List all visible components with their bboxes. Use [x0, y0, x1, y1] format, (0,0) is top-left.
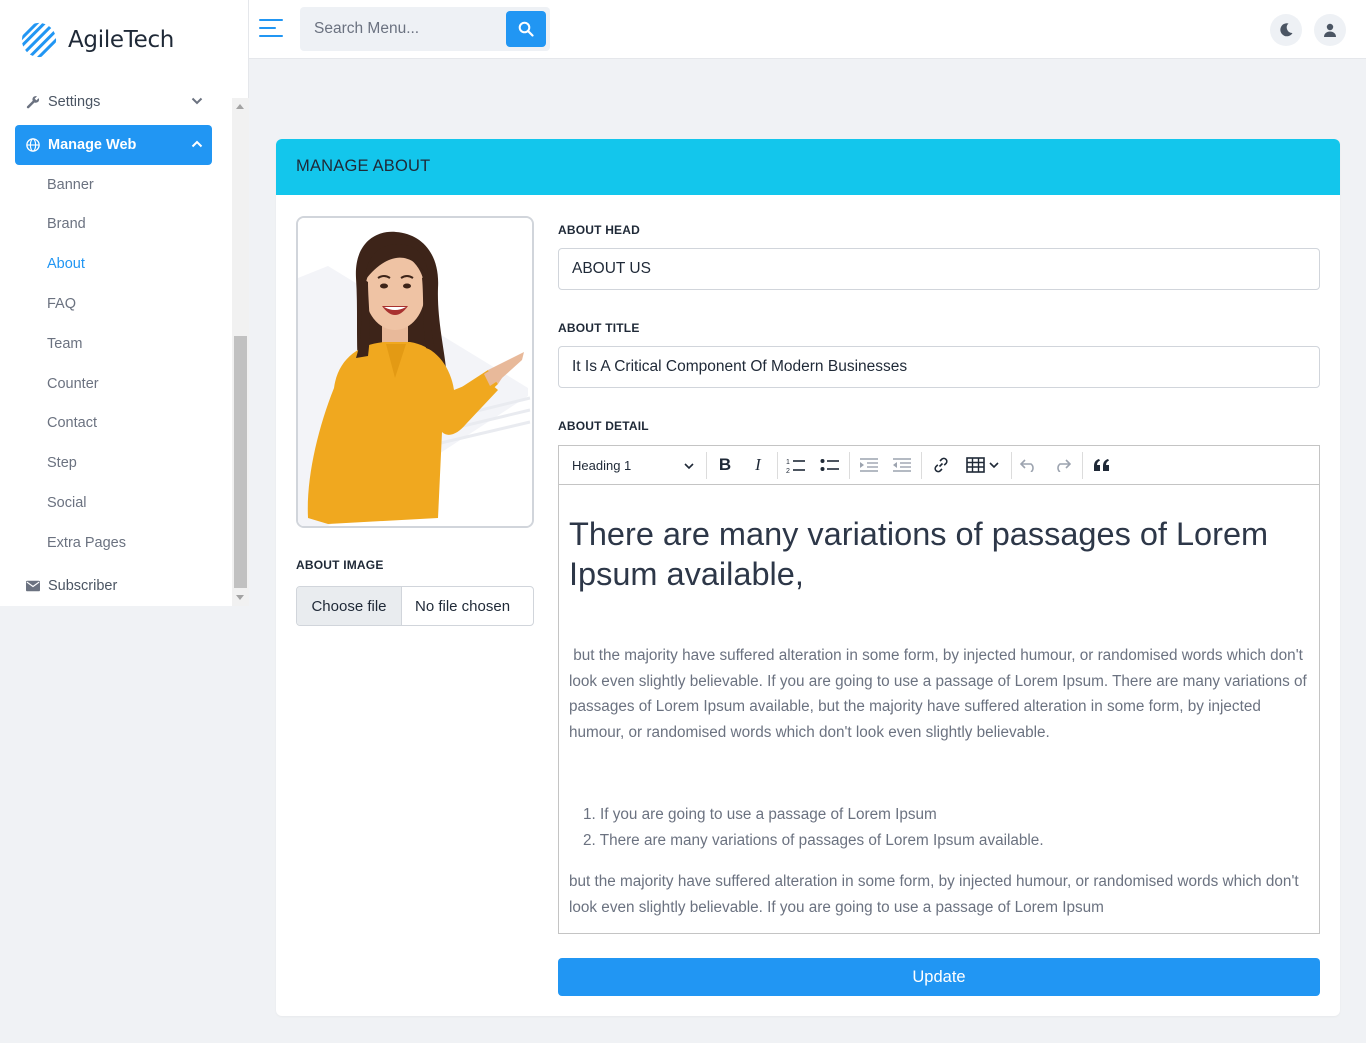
table-icon[interactable] — [964, 454, 1004, 476]
user-menu-button[interactable] — [1314, 14, 1346, 46]
card-header: MANAGE ABOUT — [276, 139, 1340, 195]
chevron-down-icon — [684, 462, 694, 469]
logo[interactable]: AgileTech — [20, 18, 174, 62]
blockquote-icon[interactable] — [1090, 454, 1114, 476]
sidebar-subitem-brand[interactable]: Brand — [47, 214, 86, 234]
search-icon — [518, 21, 534, 37]
envelope-icon — [25, 578, 41, 594]
redo-icon[interactable] — [1050, 454, 1074, 476]
editor-paragraph-2: but the majority have suffered alteratio… — [569, 873, 1299, 916]
sidebar-subitem-extra-pages[interactable]: Extra Pages — [47, 533, 126, 553]
top-bar — [249, 0, 1366, 59]
undo-icon[interactable] — [1017, 454, 1041, 476]
manage-about-card: MANAGE ABOUT ABOUT IMAGE Choose file No … — [276, 139, 1340, 1016]
sidebar-item-label: Subscriber — [48, 578, 118, 594]
logo-icon — [21, 22, 57, 58]
heading-dropdown-value: Heading 1 — [572, 458, 632, 473]
about-title-input[interactable] — [558, 346, 1320, 388]
search-box — [300, 7, 550, 51]
wrench-icon — [25, 94, 41, 110]
sidebar-subitem-social[interactable]: Social — [47, 493, 87, 513]
chevron-up-icon — [191, 140, 203, 148]
update-button[interactable]: Update — [558, 958, 1320, 996]
link-icon[interactable] — [929, 454, 953, 476]
about-image-file-input[interactable]: Choose file No file chosen — [296, 586, 534, 626]
sidebar-menu: Settings Manage Web Banner Brand About F… — [0, 84, 232, 606]
choose-file-button[interactable]: Choose file — [297, 587, 402, 625]
about-image-label: ABOUT IMAGE — [296, 558, 384, 572]
about-image-preview — [296, 216, 534, 528]
scrollbar-thumb[interactable] — [234, 336, 247, 588]
numbered-list-icon[interactable]: 12 — [784, 454, 808, 476]
brand-name: AgileTech — [68, 27, 175, 53]
sidebar-item-subscriber[interactable]: Subscriber — [15, 566, 212, 606]
sidebar-item-label: Manage Web — [48, 137, 137, 153]
bullet-list-icon[interactable] — [818, 454, 842, 476]
search-button[interactable] — [506, 11, 546, 47]
globe-icon — [25, 137, 41, 153]
sidebar-subitem-banner[interactable]: Banner — [47, 175, 94, 195]
bold-icon[interactable]: B — [713, 454, 737, 476]
sidebar-item-manage-web[interactable]: Manage Web — [15, 125, 212, 165]
sidebar-subitem-faq[interactable]: FAQ — [47, 294, 76, 314]
editor-heading: There are many variations of passages of… — [569, 516, 1269, 592]
about-detail-label: ABOUT DETAIL — [558, 419, 649, 433]
chevron-down-icon — [191, 97, 203, 105]
search-input[interactable] — [300, 7, 506, 51]
editor-paragraph-1: but the majority have suffered alteratio… — [569, 647, 1307, 741]
sidebar-item-label: Settings — [48, 94, 101, 110]
sidebar-subitem-contact[interactable]: Contact — [47, 413, 97, 433]
list-item: 1. If you are going to use a passage of … — [583, 806, 937, 823]
italic-icon[interactable]: I — [746, 454, 770, 476]
editor-toolbar: Heading 1 B I 12 — [559, 446, 1319, 485]
hamburger-icon[interactable] — [259, 18, 283, 38]
sidebar-item-settings[interactable]: Settings — [15, 84, 212, 122]
heading-dropdown[interactable]: Heading 1 — [572, 446, 695, 485]
about-title-label: ABOUT TITLE — [558, 321, 640, 335]
outdent-icon[interactable] — [890, 454, 914, 476]
svg-text:2: 2 — [786, 468, 790, 474]
sidebar-subitem-team[interactable]: Team — [47, 334, 82, 354]
sidebar-subitem-about[interactable]: About — [47, 254, 85, 274]
sidebar: AgileTech Settings Manage Web Banner Bra… — [0, 0, 249, 606]
about-head-label: ABOUT HEAD — [558, 223, 640, 237]
sidebar-subitem-counter[interactable]: Counter — [47, 374, 99, 394]
dark-mode-toggle[interactable] — [1270, 14, 1302, 46]
indent-icon[interactable] — [857, 454, 881, 476]
about-head-input[interactable] — [558, 248, 1320, 290]
sidebar-scrollbar[interactable] — [232, 98, 249, 606]
page-title: MANAGE ABOUT — [296, 157, 431, 175]
rich-text-editor: Heading 1 B I 12 There are many variatio… — [558, 445, 1320, 934]
file-status-text: No file chosen — [415, 597, 511, 615]
scroll-up-arrow[interactable] — [236, 104, 244, 109]
scroll-down-arrow[interactable] — [236, 595, 244, 600]
user-icon — [1324, 23, 1336, 37]
editor-ordered-list: 1. If you are going to use a passage of … — [583, 802, 1044, 854]
woman-pointing-image — [298, 218, 532, 526]
sidebar-subitem-step[interactable]: Step — [47, 453, 77, 473]
svg-text:1: 1 — [786, 459, 790, 466]
moon-icon — [1280, 23, 1293, 37]
list-item: 2. There are many variations of passages… — [583, 832, 1044, 849]
